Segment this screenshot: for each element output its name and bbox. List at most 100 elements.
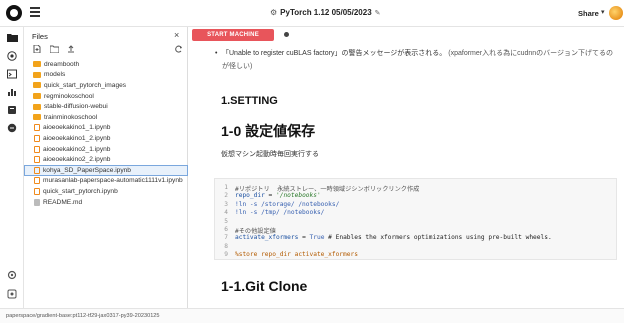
code-text: repo_dir = '/notebooks': [235, 192, 321, 199]
file-item[interactable]: aioeoekakino2_2.ipynb: [24, 154, 188, 165]
file-name: quick_start_pytorch_images: [44, 81, 127, 89]
share-button[interactable]: Share: [578, 9, 599, 18]
folder-item[interactable]: stable-diffusion-webui: [24, 101, 188, 112]
line-number: 5: [224, 217, 228, 225]
line-number: 6: [224, 226, 228, 233]
code-token: !ln -s /storage/ /notebooks/: [235, 200, 340, 208]
warning-text: 「Unable to register cuBLAS factory」の警告メッ…: [222, 50, 447, 57]
file-name: models: [44, 71, 66, 79]
code-token: # Enables the xformers optimizations usi…: [324, 234, 552, 242]
file-name: trainminokoschool: [44, 113, 98, 121]
folder-item[interactable]: models: [24, 70, 188, 81]
runtime-icon: ⚙: [270, 8, 278, 17]
file-item[interactable]: aioeoekakino1_1.ipynb: [24, 123, 188, 134]
paperspace-logo-icon[interactable]: [6, 5, 22, 21]
settings-icon[interactable]: [6, 270, 18, 282]
chevron-down-icon[interactable]: ▾: [601, 8, 605, 16]
folder-icon[interactable]: [6, 33, 18, 45]
left-rail: [0, 27, 24, 308]
file-name: README.md: [43, 198, 83, 206]
code-text: %store repo_dir activate_xformers: [235, 251, 358, 258]
line-number: 8: [224, 242, 228, 250]
file-name: regminokoschool: [44, 92, 94, 100]
chart-icon[interactable]: [6, 87, 18, 99]
file-item[interactable]: aioeoekakino1_2.ipynb: [24, 133, 188, 144]
line-number: 7: [224, 234, 228, 242]
file-name: dreambooth: [44, 60, 80, 68]
notebook-file-icon: [34, 177, 40, 185]
notebook-title-text: PyTorch 1.12 05/05/2023: [280, 8, 372, 17]
line-number: 2: [224, 192, 228, 200]
notebook-file-icon: [34, 156, 40, 164]
file-item[interactable]: aioeoekakino2_1.ipynb: [24, 144, 188, 155]
code-text: activate_xformers = True # Enables the x…: [235, 234, 552, 241]
top-bar: ⚙ PyTorch 1.12 05/05/2023 ✎ Share ▾: [0, 0, 624, 27]
folder-icon: [33, 61, 41, 68]
status-bar: paperspace/gradient-base:pt112-tf29-jax0…: [0, 308, 624, 323]
lightning-icon[interactable]: [6, 51, 18, 63]
help-icon[interactable]: [6, 289, 18, 301]
warning-list-item: • 「Unable to register cuBLAS factory」の警告…: [215, 47, 617, 73]
code-cell[interactable]: 1 #リポジトリ 永続ストレー、一時領域ジシンボリックリンク作成 2 repo_dir…: [214, 178, 617, 260]
new-file-icon[interactable]: [33, 44, 41, 55]
heading-setting: 1.SETTING: [221, 95, 278, 107]
folder-item[interactable]: quick_start_pytorch_images: [24, 80, 188, 91]
notebook-title[interactable]: ⚙ PyTorch 1.12 05/05/2023 ✎: [270, 8, 381, 17]
container-image-text: paperspace/gradient-base:pt112-tf29-jax0…: [6, 313, 160, 319]
notebook-file-icon: [34, 124, 40, 132]
folder-item[interactable]: regminokoschool: [24, 91, 188, 102]
folder-icon: [33, 103, 41, 110]
machine-status-indicator: [284, 32, 289, 37]
upload-icon[interactable]: [67, 45, 75, 55]
folder-icon: [33, 114, 41, 121]
file-name: quick_start_pytorch.ipynb: [43, 187, 118, 195]
code-text: !ln -s /storage/ /notebooks/: [235, 201, 339, 208]
code-token: =: [264, 192, 276, 200]
edit-icon[interactable]: ✎: [375, 10, 381, 17]
menu-icon[interactable]: [30, 7, 40, 19]
notebook-file-icon: [34, 166, 40, 174]
file-list: dreambooth models quick_start_pytorch_imag…: [24, 59, 188, 207]
close-icon[interactable]: ×: [174, 30, 179, 40]
file-name: aioeoekakino1_1.ipynb: [43, 124, 111, 132]
notebook-file-icon: [34, 145, 40, 153]
code-token: True: [309, 234, 325, 242]
code-token: activate_xformers: [235, 234, 299, 242]
file-name: aioeoekakino2_1.ipynb: [43, 145, 111, 153]
code-token: =: [298, 234, 310, 242]
avatar[interactable]: [609, 6, 623, 20]
start-machine-button[interactable]: START MACHINE: [192, 29, 274, 41]
bullet: •: [215, 50, 218, 57]
notebook-file-icon: [34, 134, 40, 142]
new-folder-icon[interactable]: [49, 45, 60, 55]
line-number: 9: [224, 251, 228, 259]
code-text: !ln -s /tmp/ /notebooks/: [235, 209, 324, 216]
file-name: stable-diffusion-webui: [44, 103, 108, 111]
file-browser: Files × dreambooth models quick_start_pyto…: [24, 27, 188, 308]
code-token: !ln -s /tmp/ /notebooks/: [235, 209, 325, 217]
refresh-icon[interactable]: [175, 45, 183, 55]
markdown-file-icon: [34, 198, 40, 206]
code-token: %store repo_dir activate_xformers: [235, 251, 358, 259]
storage-icon[interactable]: [6, 105, 18, 117]
run-every-boot-text: 仮想マシン起動時毎回実行する: [221, 151, 319, 158]
code-token: '/notebooks': [276, 192, 321, 200]
heading-save-settings: 1-0 設定値保存: [221, 123, 316, 139]
line-number: 4: [224, 209, 228, 217]
folder-icon: [33, 82, 41, 89]
notebook-file-icon: [34, 187, 40, 195]
code-icon[interactable]: [6, 123, 18, 135]
code-token: repo_dir: [235, 192, 265, 200]
file-item[interactable]: murasanlab-paperspace-automatic1111v1.ip…: [24, 176, 188, 187]
file-name: kohya_SD_PaperSpace.ipynb: [43, 166, 131, 174]
folder-item[interactable]: dreambooth: [24, 59, 188, 70]
code-line: 9 %store repo_dir activate_xformers: [215, 251, 618, 260]
folder-item[interactable]: trainminokoschool: [24, 112, 188, 123]
file-item[interactable]: kohya_SD_PaperSpace.ipynb: [24, 164, 188, 176]
terminal-icon[interactable]: [6, 69, 18, 81]
file-item[interactable]: quick_start_pytorch.ipynb: [24, 186, 188, 197]
file-name: aioeoekakino2_2.ipynb: [43, 156, 111, 164]
notebook-area: START MACHINE • 「Unable to register cuBL…: [188, 27, 624, 308]
file-item[interactable]: README.md: [24, 197, 188, 208]
file-name: aioeoekakino1_2.ipynb: [43, 134, 111, 142]
